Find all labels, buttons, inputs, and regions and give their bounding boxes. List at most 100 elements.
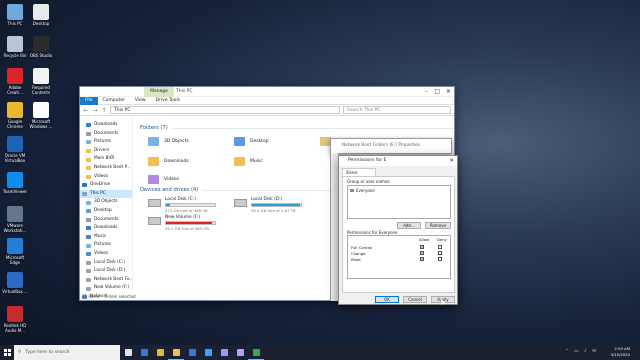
taskbar-premiere-button[interactable]: [216, 345, 232, 360]
nav-item[interactable]: Downloads: [80, 224, 132, 233]
folder-item[interactable]: Downloads: [148, 157, 189, 166]
address-bar[interactable]: This PC: [110, 106, 340, 114]
folder-icon: [148, 137, 159, 146]
taskbar-green-app-button[interactable]: [248, 345, 264, 360]
folder-item[interactable]: Videos: [148, 175, 179, 184]
nav-item[interactable]: Drivers: [80, 147, 132, 156]
start-button[interactable]: [0, 345, 14, 360]
nav-item-label: Main BVR: [94, 156, 115, 162]
deny-checkbox[interactable]: [438, 250, 442, 255]
desktop-icon[interactable]: Recycle Bin: [2, 36, 28, 59]
explorer-titlebar[interactable]: Manage This PC – □ ✕: [80, 87, 454, 97]
close-icon[interactable]: ✕: [446, 88, 451, 95]
drive-label: Local Disk (D:): [251, 197, 283, 202]
maximize-icon[interactable]: □: [434, 88, 440, 95]
nav-item-label: Drivers: [94, 147, 110, 153]
ribbon-tab[interactable]: Computer: [98, 97, 130, 105]
group-entry[interactable]: Everyone: [348, 186, 450, 193]
taskbar-chrome-button[interactable]: [152, 345, 168, 360]
status-item-count: 11 items: [82, 294, 100, 299]
taskbar-search[interactable]: ⚲ Type here to search: [14, 345, 120, 360]
forward-arrow-icon[interactable]: →: [92, 107, 98, 114]
taskbar-store-button[interactable]: [184, 345, 200, 360]
drive-item[interactable]: Local Disk (C:) 473 GB free of 488 GB: [148, 197, 216, 213]
drive-item[interactable]: New Volume (F:) 26.1 GB free of 465 GB: [148, 215, 216, 231]
desktop-icon[interactable]: Google Chrome: [2, 102, 28, 129]
desktop-icon[interactable]: Required Contents: [28, 68, 54, 95]
manage-tab[interactable]: Manage: [144, 87, 174, 97]
permissions-dialog[interactable]: Permissions for E ✕ Share Permissions Gr…: [338, 155, 458, 305]
nav-item[interactable]: OneDrive: [80, 181, 132, 190]
tab-share-permissions[interactable]: Share Permissions: [342, 168, 376, 183]
allow-checkbox[interactable]: ✓: [420, 244, 424, 249]
desktop-icon[interactable]: Adobe Creati...: [2, 68, 28, 95]
nav-item[interactable]: Network Boot Fo...: [80, 276, 132, 285]
desktop-icon[interactable]: This PC: [2, 4, 28, 27]
desktop-icon[interactable]: VMware Workstati...: [2, 206, 28, 233]
nav-item[interactable]: Main BVR: [80, 155, 132, 164]
cancel-button[interactable]: Cancel: [403, 296, 427, 303]
folders-group-header[interactable]: Folders (7): [140, 123, 454, 133]
folder-item[interactable]: Music: [234, 157, 263, 166]
desktop-icon[interactable]: Oracle VM VirtualBox: [2, 136, 28, 163]
system-tray-icons[interactable]: ⌃ ▭ ♪ ✉: [565, 349, 598, 354]
taskbar-edge-button[interactable]: [136, 345, 152, 360]
taskbar-file-explorer-button[interactable]: [168, 345, 184, 360]
desktop-icon[interactable]: OBS Studio: [28, 36, 54, 59]
nav-item[interactable]: Music: [80, 233, 132, 242]
desktop-icon[interactable]: Realtek HD Audio M...: [2, 306, 28, 333]
app-icon: [7, 136, 23, 152]
ribbon-tab[interactable]: Drive Tools: [151, 97, 186, 105]
nav-item[interactable]: Documents: [80, 216, 132, 225]
folder-item[interactable]: Desktop: [234, 137, 269, 146]
taskbar-task-view-button[interactable]: [120, 345, 136, 360]
desktop-icon[interactable]: Microsoft Edge: [2, 238, 28, 265]
nav-item[interactable]: Documents: [80, 130, 132, 139]
nav-item[interactable]: 3D Objects: [80, 198, 132, 207]
clock[interactable]: 2:53 AM 3/15/2020: [611, 346, 630, 357]
allow-checkbox[interactable]: ✓: [420, 256, 424, 261]
nav-item[interactable]: Network Boot P...: [80, 164, 132, 173]
up-arrow-icon[interactable]: ↑: [101, 107, 107, 114]
remove-button[interactable]: Remove: [425, 222, 451, 229]
nav-item[interactable]: Local Disk (C:): [80, 259, 132, 268]
group-list[interactable]: Everyone: [347, 185, 451, 219]
back-arrow-icon[interactable]: ←: [83, 107, 89, 114]
folder-label: 3D Objects: [164, 139, 189, 144]
permissions-titlebar[interactable]: Permissions for E ✕: [339, 156, 457, 166]
nav-item[interactable]: Local Disk (D:): [80, 267, 132, 276]
nav-item[interactable]: New Volume (F:): [80, 284, 132, 293]
search-input[interactable]: Search This PC: [343, 106, 451, 114]
nav-item[interactable]: Pictures: [80, 241, 132, 250]
desktop-icon[interactable]: Microsoft Windows ...: [28, 102, 54, 129]
drive-item[interactable]: Local Disk (D:) 38.4 GB free of 1.81 TB: [234, 197, 302, 213]
nav-item[interactable]: This PC: [80, 189, 132, 199]
close-icon[interactable]: ✕: [449, 156, 454, 166]
desktop-icon[interactable]: Desktop: [28, 4, 54, 27]
nav-item[interactable]: Pictures: [80, 138, 132, 147]
ok-button[interactable]: OK: [375, 296, 399, 303]
folder-item[interactable]: 3D Objects: [148, 137, 189, 146]
folder-label: Videos: [164, 177, 179, 182]
nav-item[interactable]: Videos: [80, 250, 132, 259]
ribbon-tab[interactable]: File: [80, 96, 98, 105]
desktop-icon-label: TeamViewer: [2, 189, 28, 194]
taskbar-after-effects-button[interactable]: [232, 345, 248, 360]
deny-checkbox[interactable]: [438, 244, 442, 249]
minimize-icon[interactable]: –: [425, 88, 428, 95]
deny-checkbox[interactable]: [438, 256, 442, 261]
nav-item[interactable]: Desktop: [80, 207, 132, 216]
clock-date: 3/15/2020: [610, 351, 630, 357]
desktop-icon[interactable]: TeamViewer: [2, 172, 28, 195]
folder-icon: [86, 131, 91, 136]
folder-icon: [82, 183, 87, 188]
nav-item[interactable]: Videos: [80, 173, 132, 182]
properties-dialog[interactable]: Network Boot Folders (E:) Properties: [330, 138, 452, 154]
ribbon-tab[interactable]: View: [130, 97, 151, 105]
taskbar-photoshop-button[interactable]: [200, 345, 216, 360]
add-button[interactable]: Add...: [397, 222, 421, 229]
drive-info: Local Disk (C:) 473 GB free of 488 GB: [165, 197, 216, 213]
nav-item[interactable]: Downloads: [80, 121, 132, 130]
desktop-icon[interactable]: VirtualBox ...: [2, 272, 28, 295]
allow-checkbox[interactable]: ✓: [420, 250, 424, 255]
